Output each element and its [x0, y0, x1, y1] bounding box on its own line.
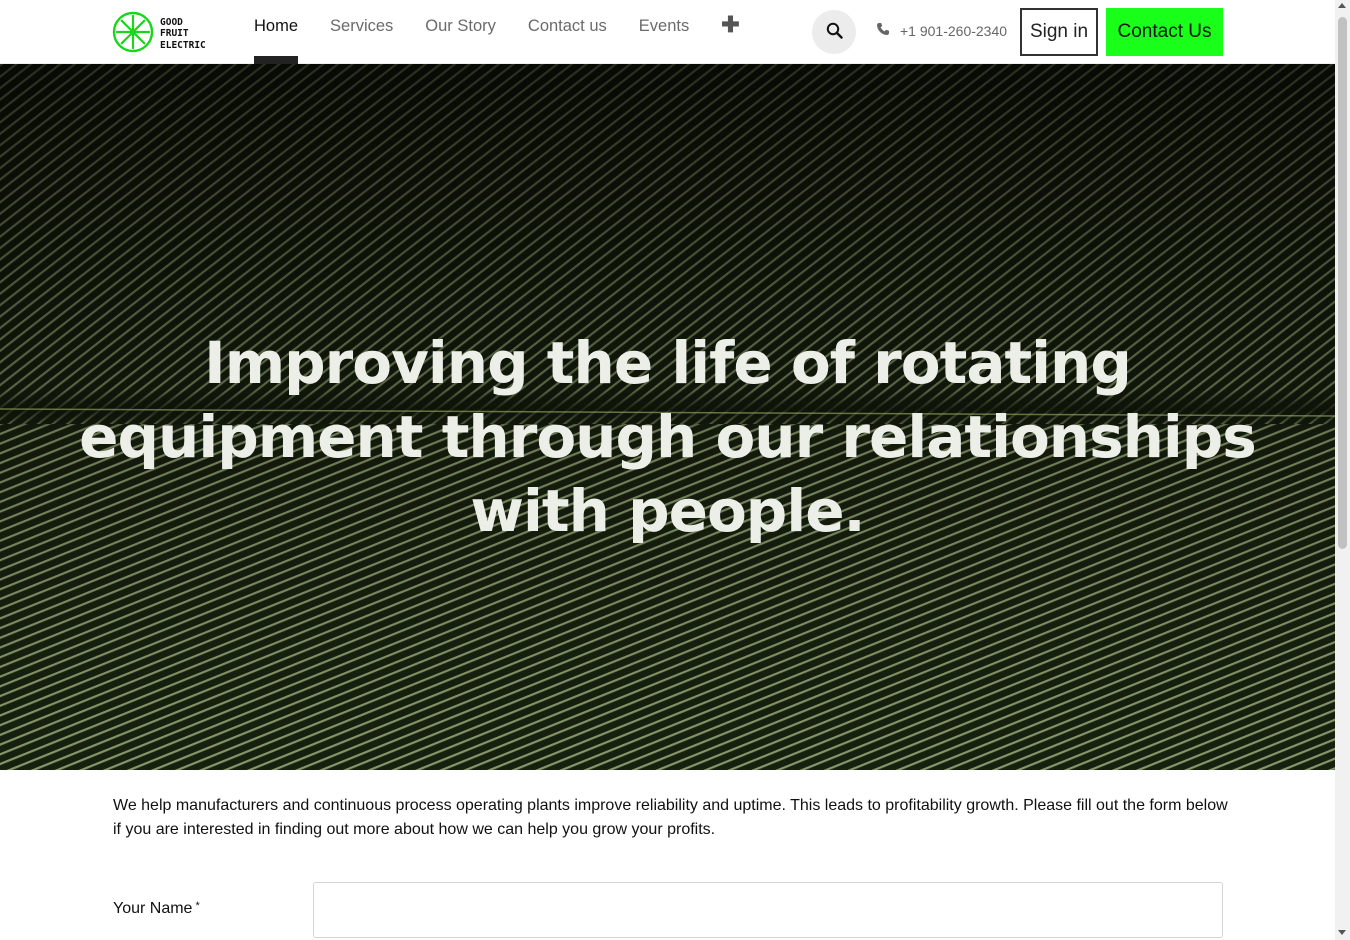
site-header: GOOD FRUIT ELECTRIC Home Services Our St…: [0, 0, 1335, 64]
logo-line: ELECTRIC: [160, 39, 206, 51]
logo-line: GOOD: [160, 16, 183, 28]
logo-text: GOOD FRUIT ELECTRIC: [160, 17, 206, 52]
nav-item-services[interactable]: Services: [314, 0, 409, 64]
nav-item-events[interactable]: Events: [623, 0, 705, 64]
hero-title-line: Improving the life of rotating: [204, 329, 1132, 397]
required-marker: *: [195, 900, 200, 912]
sign-in-button[interactable]: Sign in: [1020, 8, 1098, 56]
logo-line: FRUIT: [160, 28, 189, 40]
citrus-slice-icon: [112, 11, 154, 57]
name-field-label: Your Name *: [113, 900, 200, 918]
nav-item-contact-us[interactable]: Contact us: [512, 0, 623, 64]
brand-logo[interactable]: GOOD FRUIT ELECTRIC: [112, 11, 206, 57]
hero-title-line: with people.: [470, 477, 865, 545]
name-input[interactable]: [313, 882, 1223, 938]
hero-banner: Improving the life of rotating equipment…: [0, 64, 1335, 770]
intro-paragraph: We help manufacturers and continuous pro…: [113, 797, 1228, 838]
page-scrollbar[interactable]: [1335, 0, 1350, 940]
phone-icon: [876, 22, 900, 39]
nav-item-our-story[interactable]: Our Story: [409, 0, 512, 64]
scrollbar-thumb[interactable]: [1338, 17, 1347, 549]
search-button[interactable]: [812, 10, 856, 54]
search-icon: [826, 22, 843, 43]
contact-us-button[interactable]: Contact Us: [1106, 8, 1223, 56]
hero-title: Improving the life of rotating equipment…: [0, 326, 1335, 548]
main-nav: Home Services Our Story Contact us Event…: [238, 0, 756, 64]
nav-item-home[interactable]: Home: [238, 0, 314, 64]
name-label-text: Your Name: [113, 900, 193, 917]
scroll-down-arrow-icon[interactable]: [1338, 930, 1346, 935]
plus-icon[interactable]: ✚: [705, 0, 755, 64]
hero-title-line: equipment through our relationships: [79, 403, 1257, 471]
phone-number: +1 901-260-2340: [900, 22, 1008, 39]
scroll-up-arrow-icon[interactable]: [1338, 3, 1346, 8]
phone-link[interactable]: +1 901-260-2340: [876, 22, 1007, 39]
